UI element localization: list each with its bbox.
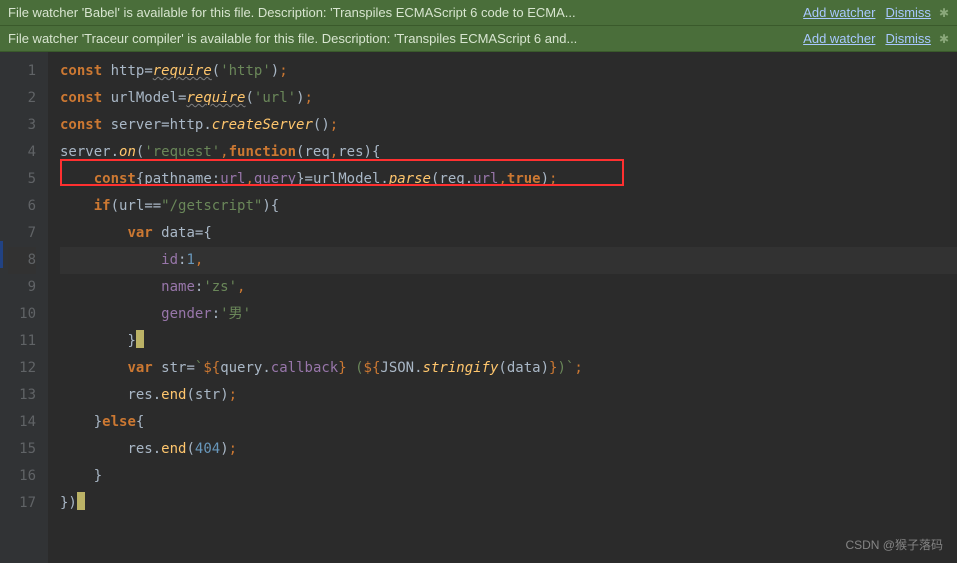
code-line: const server=http.createServer(); — [60, 112, 957, 139]
line-number: 6 — [8, 193, 36, 220]
code-line: } — [60, 328, 957, 355]
code-editor[interactable]: 1 2 3 4 5 6 7 8 9 10 11 12 13 14 15 16 1… — [0, 52, 957, 563]
banner-text: File watcher 'Traceur compiler' is avail… — [8, 31, 793, 46]
line-number: 17 — [8, 490, 36, 517]
code-line: server.on('request',function(req,res){ — [60, 139, 957, 166]
gear-icon[interactable]: ✱ — [939, 6, 949, 20]
code-line: id:1, — [60, 247, 957, 274]
line-number: 5 — [8, 166, 36, 193]
line-number: 3 — [8, 112, 36, 139]
add-watcher-link[interactable]: Add watcher — [803, 31, 875, 46]
line-number: 8 — [8, 247, 36, 274]
code-line: var data={ — [60, 220, 957, 247]
code-line: const{pathname:url,query}=urlModel.parse… — [60, 166, 957, 193]
line-number: 14 — [8, 409, 36, 436]
code-line: name:'zs', — [60, 274, 957, 301]
line-number: 12 — [8, 355, 36, 382]
code-line: }) — [60, 490, 957, 517]
add-watcher-link[interactable]: Add watcher — [803, 5, 875, 20]
file-watcher-banner-traceur: File watcher 'Traceur compiler' is avail… — [0, 26, 957, 52]
line-number: 9 — [8, 274, 36, 301]
code-line: if(url=="/getscript"){ — [60, 193, 957, 220]
code-line: const http=require('http'); — [60, 58, 957, 85]
watermark: CSDN @猴子落码 — [845, 536, 943, 553]
dismiss-link[interactable]: Dismiss — [885, 5, 931, 20]
line-number: 13 — [8, 382, 36, 409]
file-watcher-banner-babel: File watcher 'Babel' is available for th… — [0, 0, 957, 26]
line-number: 4 — [8, 139, 36, 166]
code-area[interactable]: const http=require('http'); const urlMod… — [48, 52, 957, 563]
code-line: res.end(str); — [60, 382, 957, 409]
caret — [77, 492, 85, 510]
line-gutter: 1 2 3 4 5 6 7 8 9 10 11 12 13 14 15 16 1… — [0, 52, 48, 563]
line-number: 2 — [8, 85, 36, 112]
caret — [136, 330, 144, 348]
code-line: gender:'男' — [60, 301, 957, 328]
code-line: res.end(404); — [60, 436, 957, 463]
code-line: var str=`${query.callback} (${JSON.strin… — [60, 355, 957, 382]
line-number: 1 — [8, 58, 36, 85]
line-number: 11 — [8, 328, 36, 355]
line-number: 16 — [8, 463, 36, 490]
line-number: 10 — [8, 301, 36, 328]
line-number: 15 — [8, 436, 36, 463]
gear-icon[interactable]: ✱ — [939, 32, 949, 46]
code-line: } — [60, 463, 957, 490]
code-line: }else{ — [60, 409, 957, 436]
banner-text: File watcher 'Babel' is available for th… — [8, 5, 793, 20]
dismiss-link[interactable]: Dismiss — [885, 31, 931, 46]
line-number: 7 — [8, 220, 36, 247]
breakpoint-marker — [0, 241, 3, 268]
code-line: const urlModel=require('url'); — [60, 85, 957, 112]
